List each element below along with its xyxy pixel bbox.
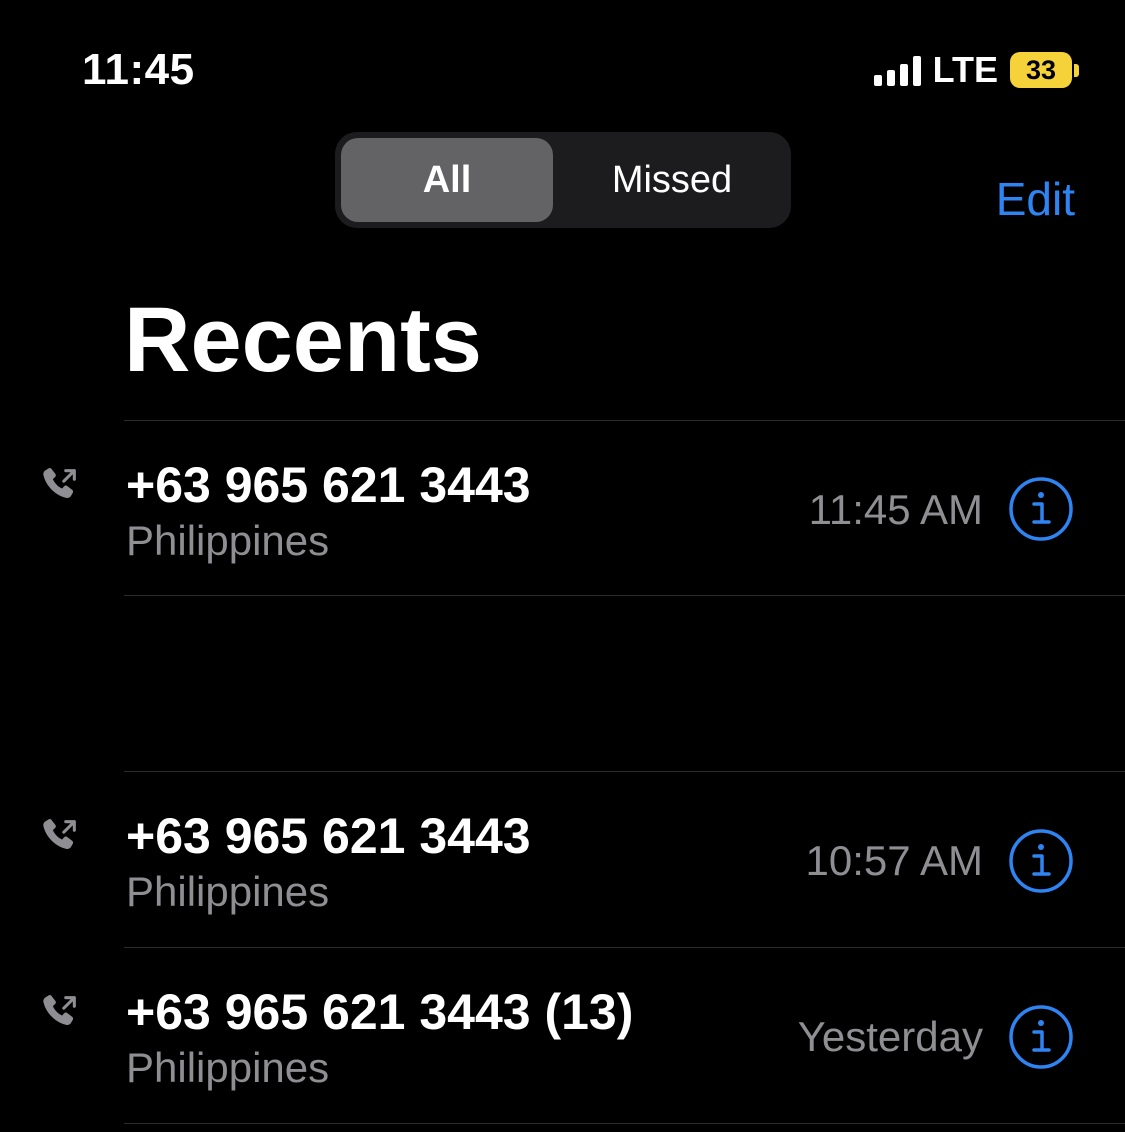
call-number: +63 965 621 3443 — [126, 808, 531, 864]
call-time: Yesterday — [797, 1013, 983, 1060]
call-row[interactable]: +63 965 621 3443 Philippines 10:57 AM — [0, 772, 1125, 946]
status-bar: 11:45 LTE 33 — [0, 0, 1125, 120]
edit-button[interactable]: Edit — [996, 172, 1075, 226]
cellular-signal-icon — [873, 54, 921, 86]
call-label: Philippines — [126, 517, 330, 564]
call-time: 11:45 AM — [808, 486, 983, 533]
outgoing-call-icon — [43, 468, 76, 499]
call-row[interactable]: +63 965 621 3443 Philippines 11:45 AM — [0, 421, 1125, 595]
call-row[interactable]: +63 965 621 3443 (13) Philippines Yester… — [0, 948, 1125, 1122]
call-number: +63 965 621 3443 (13) — [126, 984, 634, 1040]
status-indicators: LTE 33 — [873, 48, 1079, 92]
info-icon[interactable] — [1008, 828, 1074, 894]
row-separator — [124, 595, 1125, 596]
segment-all-button[interactable]: All — [341, 138, 553, 222]
call-label: Philippines — [126, 1044, 330, 1091]
call-time: 10:57 AM — [805, 837, 983, 884]
segment-missed-button[interactable]: Missed — [559, 138, 785, 222]
outgoing-call-icon — [43, 819, 76, 850]
call-label: Philippines — [126, 868, 330, 915]
call-number: +63 965 621 3443 — [126, 457, 531, 513]
network-type: LTE — [932, 49, 998, 90]
outgoing-call-icon — [43, 995, 76, 1026]
info-icon[interactable] — [1008, 476, 1074, 542]
recents-filter-segmented-control: All Missed — [335, 132, 791, 228]
row-separator — [124, 1123, 1125, 1124]
page-title: Recents — [124, 289, 482, 391]
status-time: 11:45 — [82, 45, 195, 94]
info-icon[interactable] — [1008, 1004, 1074, 1070]
battery-icon: 33 — [1010, 52, 1079, 88]
battery-level: 33 — [1010, 52, 1072, 88]
